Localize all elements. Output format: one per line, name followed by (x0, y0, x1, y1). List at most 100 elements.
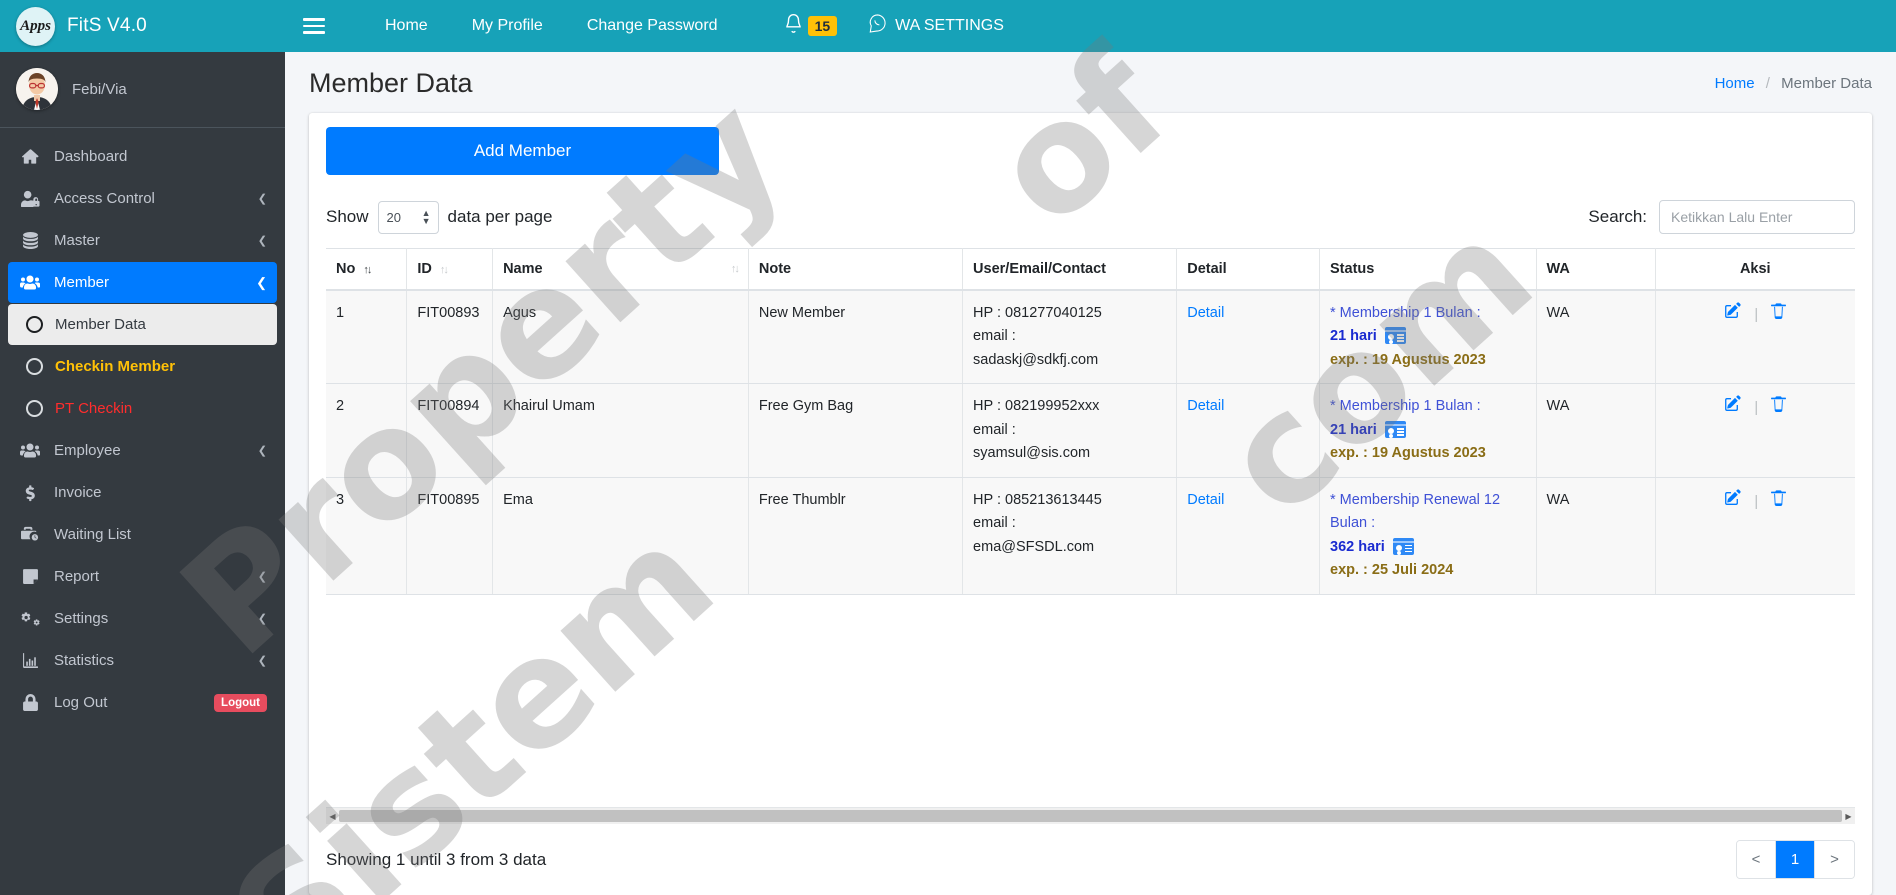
status-title: * Membership 1 Bulan : (1330, 305, 1481, 321)
hamburger-icon[interactable] (303, 14, 325, 38)
bell-icon (784, 13, 803, 39)
sidebar-item-access-control[interactable]: Access Control ❮ (8, 178, 277, 219)
showing-entries-text: Showing 1 until 3 from 3 data (326, 849, 547, 869)
cell-wa[interactable]: WA (1536, 383, 1656, 478)
wa-settings-button[interactable]: WA SETTINGS (857, 13, 1004, 39)
cell-id: FIT00893 (406, 290, 494, 385)
edit-icon[interactable] (1724, 302, 1741, 328)
scroll-right-arrow[interactable]: ▶ (1842, 812, 1855, 821)
cell-wa[interactable]: WA (1536, 477, 1656, 595)
sidebar-item-log-out[interactable]: Log Out Logout (8, 682, 277, 723)
column-header-user-email-contact[interactable]: User/Email/Contact (962, 248, 1178, 291)
notifications-button[interactable]: 15 (740, 13, 858, 39)
column-header-no[interactable]: No ↑↓ (326, 248, 408, 291)
column-header-note[interactable]: Note (748, 248, 964, 291)
sidebar-item-checkin-member[interactable]: Checkin Member (8, 346, 277, 387)
brand-header[interactable]: Apps FitS V4.0 (0, 0, 285, 52)
topnav-link-home[interactable]: Home (363, 17, 450, 35)
sidebar-item-pt-checkin[interactable]: PT Checkin (8, 388, 277, 429)
sidebar-item-employee[interactable]: Employee ❮ (8, 430, 277, 471)
search-input[interactable] (1659, 200, 1855, 234)
id-card-icon[interactable] (1384, 420, 1406, 438)
scroll-left-arrow[interactable]: ◀ (326, 812, 339, 821)
action-separator: | (1754, 307, 1759, 323)
sort-icon: ↑↓ (730, 263, 740, 275)
member-table: No ↑↓ ID ↑↓ Name ↑↓ Note User/Email/Contact (326, 248, 1855, 595)
pagination-page-1[interactable]: 1 (1776, 841, 1815, 878)
action-separator: | (1754, 493, 1759, 510)
column-label: No (336, 261, 356, 277)
cell-note: New Member (748, 290, 964, 385)
table-scroll-area: No ↑↓ ID ↑↓ Name ↑↓ Note User/Email/Contact (326, 248, 1855, 807)
per-page-select[interactable]: 20 ▲ ▼ (377, 200, 439, 234)
pagination-prev[interactable]: < (1737, 841, 1776, 878)
sidebar-item-label: Employee (54, 442, 121, 459)
cell-status: * Membership Renewal 12 Bulan : 362 hari… (1319, 477, 1537, 595)
column-header-status[interactable]: Status (1319, 248, 1537, 291)
detail-link[interactable]: Detail (1187, 398, 1224, 414)
sidebar-nav: Dashboard Access Control ❮ Master ❮ Memb… (0, 128, 285, 723)
circle-icon (26, 316, 43, 333)
status-days: 21 hari (1330, 328, 1377, 345)
trash-icon[interactable] (1771, 395, 1787, 421)
cell-note: Free Thumblr (748, 477, 964, 595)
cell-no: 3 (326, 477, 408, 595)
sidebar-item-master[interactable]: Master ❮ (8, 220, 277, 261)
dollar-icon (18, 484, 42, 502)
column-header-detail[interactable]: Detail (1176, 248, 1320, 291)
topnav-link-my-profile[interactable]: My Profile (450, 17, 565, 35)
per-page-value: 20 (386, 209, 401, 225)
sidebar-item-label: Member (54, 274, 110, 291)
cell-wa[interactable]: WA (1536, 290, 1656, 385)
chevron-down-icon: ❮ (256, 274, 267, 290)
cell-aksi: | (1655, 290, 1855, 385)
cell-aksi: | (1655, 383, 1855, 478)
breadcrumb-home-link[interactable]: Home (1715, 75, 1755, 92)
column-header-aksi[interactable]: Aksi (1655, 248, 1855, 291)
column-header-name[interactable]: Name ↑↓ (492, 248, 749, 291)
sidebar-item-invoice[interactable]: Invoice (8, 472, 277, 513)
cell-status: * Membership 1 Bulan : 21 hari exp. : 19… (1319, 383, 1537, 478)
content-header: Member Data Home / Member Data (285, 52, 1896, 113)
column-label: Detail (1187, 261, 1227, 277)
add-member-button[interactable]: Add Member (326, 127, 719, 175)
user-panel[interactable]: Febi/Via (0, 52, 285, 128)
column-label: Name (503, 261, 543, 277)
sidebar-item-statistics[interactable]: Statistics ❮ (8, 640, 277, 681)
trash-icon[interactable] (1771, 489, 1787, 515)
id-card-icon[interactable] (1392, 537, 1414, 555)
briefcase-clock-icon (18, 526, 42, 543)
show-label: Show (326, 207, 369, 226)
column-header-wa[interactable]: WA (1536, 248, 1656, 291)
id-card-icon[interactable] (1384, 327, 1406, 345)
trash-icon[interactable] (1771, 302, 1787, 328)
detail-link[interactable]: Detail (1187, 492, 1224, 508)
pagination-next[interactable]: > (1815, 841, 1854, 878)
cell-contact: HP : 081277040125 email : sadaskj@sdkfj.… (962, 290, 1178, 385)
cell-id: FIT00895 (406, 477, 494, 595)
detail-link[interactable]: Detail (1187, 305, 1224, 321)
sidebar-item-member-data[interactable]: Member Data (8, 304, 277, 345)
chevron-left-icon: ❮ (257, 571, 267, 583)
column-header-id[interactable]: ID ↑↓ (406, 248, 494, 291)
horizontal-scrollbar[interactable]: ◀ ▶ (326, 807, 1855, 824)
scrollbar-thumb[interactable] (339, 810, 1842, 822)
chevron-left-icon: ❮ (257, 613, 267, 625)
topnav-link-change-password[interactable]: Change Password (565, 17, 740, 35)
sidebar-item-report[interactable]: Report ❮ (8, 556, 277, 597)
sidebar-item-settings[interactable]: Settings ❮ (8, 598, 277, 639)
chevron-left-icon: ❮ (257, 655, 267, 667)
column-label: Note (758, 261, 792, 277)
edit-icon[interactable] (1724, 395, 1741, 421)
table-row: 2 FIT00894 Khairul Umam Free Gym Bag HP … (326, 383, 1855, 478)
notification-count-badge: 15 (807, 16, 838, 36)
sidebar-item-waiting-list[interactable]: Waiting List (8, 514, 277, 555)
search-control: Search: (1588, 200, 1855, 234)
status-days: 21 hari (1330, 421, 1377, 438)
cell-contact: HP : 082199952xxx email : syamsul@sis.co… (962, 383, 1178, 478)
sidebar-item-member[interactable]: Member ❮ (8, 262, 277, 303)
card-body: Add Member Show 20 ▲ ▼ data per page Sear… (309, 113, 1872, 824)
sidebar-item-dashboard[interactable]: Dashboard (8, 136, 277, 177)
edit-icon[interactable] (1724, 489, 1741, 515)
logout-badge: Logout (214, 693, 267, 712)
